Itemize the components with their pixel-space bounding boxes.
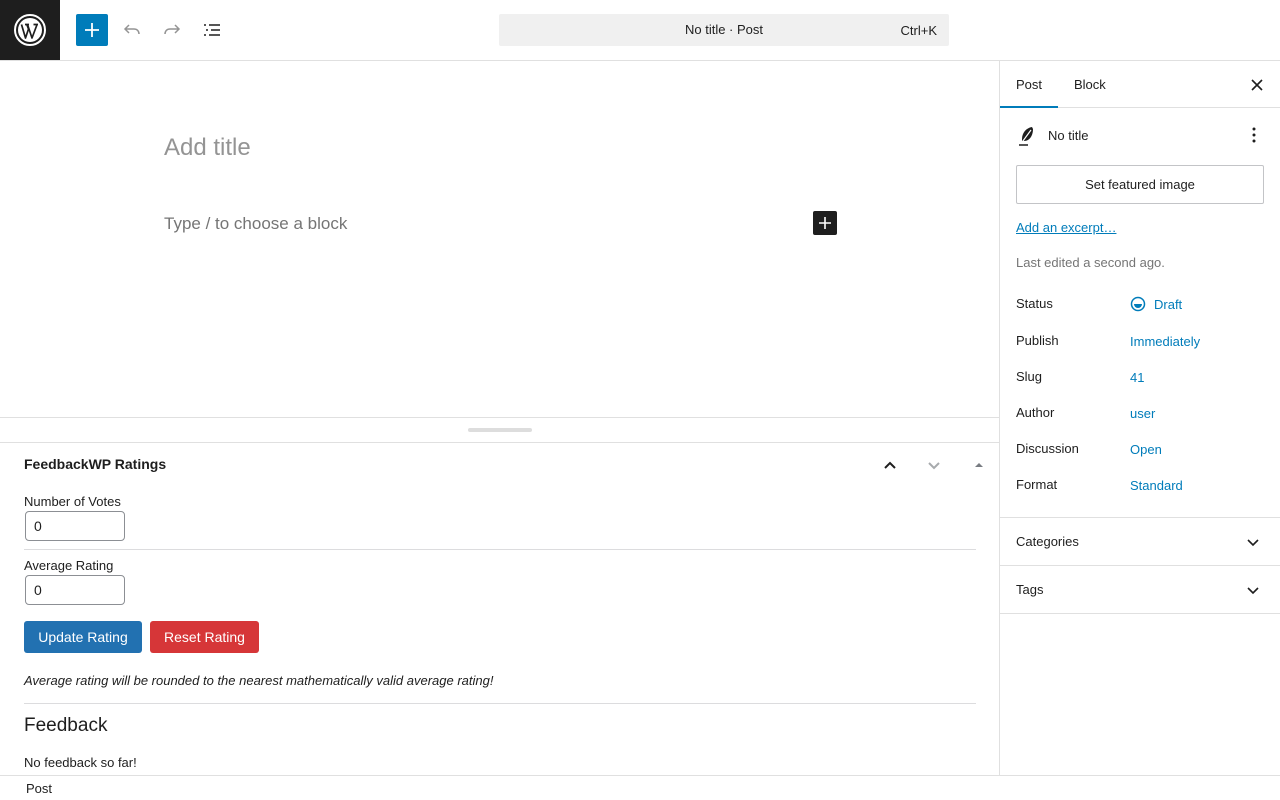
update-rating-button[interactable]: Update Rating [24,621,142,653]
panel-tags[interactable]: Tags [1000,565,1280,613]
plus-icon [85,23,99,37]
redo-icon [164,24,181,35]
editor-toolbar: No title · Post Ctrl+K [0,0,1280,61]
add-excerpt-link[interactable]: Add an excerpt… [1016,220,1116,235]
author-label: Author [1016,405,1055,420]
resize-handle[interactable] [468,428,532,432]
toggle-panel-button[interactable] [967,453,991,477]
block-placeholder[interactable]: Type / to choose a block [164,214,347,234]
last-edited-text: Last edited a second ago. [1016,255,1165,270]
slug-value[interactable]: 41 [1130,370,1144,385]
post-actions-button[interactable] [1242,123,1266,147]
add-block-button[interactable] [76,14,108,46]
feedback-empty-text: No feedback so far! [24,755,137,770]
discussion-value[interactable]: Open [1130,442,1162,457]
feedbackwp-ratings-metabox: FeedbackWP Ratings Number of Votes Avera… [0,443,999,775]
close-icon [1251,79,1263,91]
wordpress-logo-icon[interactable] [0,0,60,60]
divider [24,549,976,550]
more-vertical-icon [1252,127,1256,143]
reset-rating-button[interactable]: Reset Rating [150,621,259,653]
post-feather-icon [1019,127,1033,146]
post-title: No title [1048,128,1089,143]
metabox-title: FeedbackWP Ratings [24,456,167,472]
breadcrumb[interactable]: Post [26,781,52,796]
chevron-down-icon [928,462,940,470]
draft-status-icon [1130,296,1146,312]
triangle-up-icon [975,463,983,467]
panel-categories-title: Categories [1016,534,1079,549]
move-down-button[interactable] [922,453,946,477]
author-value[interactable]: user [1130,406,1155,421]
chevron-up-icon [884,461,896,469]
command-palette-bar[interactable]: No title · Post Ctrl+K [499,14,949,46]
divider [1000,613,1280,614]
panel-categories[interactable]: Categories [1000,517,1280,565]
metabox-resize-area [0,417,999,443]
post-title-input[interactable]: Add title [164,134,251,162]
editor-canvas: Add title Type / to choose a block [0,61,999,417]
move-up-button[interactable] [878,453,902,477]
document-overview-button[interactable] [196,14,228,46]
meta-row-author: Author user [1016,402,1266,424]
publish-label: Publish [1016,333,1059,348]
format-label: Format [1016,477,1058,492]
status-value[interactable]: Draft [1154,297,1182,312]
discussion-label: Discussion [1016,441,1079,456]
tab-block[interactable]: Block [1058,61,1122,108]
meta-row-discussion: Discussion Open [1016,438,1266,460]
chevron-down-icon [1247,539,1259,547]
meta-row-format: Format Standard [1016,474,1266,496]
votes-input[interactable] [25,511,125,541]
panel-tags-title: Tags [1016,582,1044,597]
settings-sidebar: Post Block No title Set featured image A… [999,61,1280,775]
plus-icon [819,217,831,229]
format-value[interactable]: Standard [1130,478,1183,493]
rating-input[interactable] [25,575,125,605]
set-featured-image-button[interactable]: Set featured image [1016,165,1264,204]
list-view-icon [204,24,220,36]
inline-add-block-button[interactable] [813,211,837,235]
close-sidebar-button[interactable] [1245,73,1269,97]
keyboard-shortcut: Ctrl+K [900,23,937,38]
undo-button[interactable] [116,14,148,46]
document-title: No title · Post [684,22,764,37]
meta-row-status: Status Draft [1016,293,1266,315]
chevron-down-icon [1247,587,1259,595]
sidebar-tabs: Post Block [1000,61,1280,108]
votes-label: Number of Votes [24,494,121,509]
tab-post[interactable]: Post [1000,61,1059,108]
meta-row-slug: Slug 41 [1016,366,1266,388]
redo-button[interactable] [156,14,188,46]
publish-value[interactable]: Immediately [1130,334,1200,349]
rating-note: Average rating will be rounded to the ne… [24,673,494,688]
undo-icon [123,24,140,35]
rating-label: Average Rating [24,558,114,573]
feedback-heading: Feedback [24,715,108,736]
meta-row-publish: Publish Immediately [1016,330,1266,352]
post-summary: No title [1016,123,1266,147]
editor-footer: Post [0,775,1280,800]
divider [24,703,976,704]
status-label: Status [1016,296,1053,311]
slug-label: Slug [1016,369,1043,384]
